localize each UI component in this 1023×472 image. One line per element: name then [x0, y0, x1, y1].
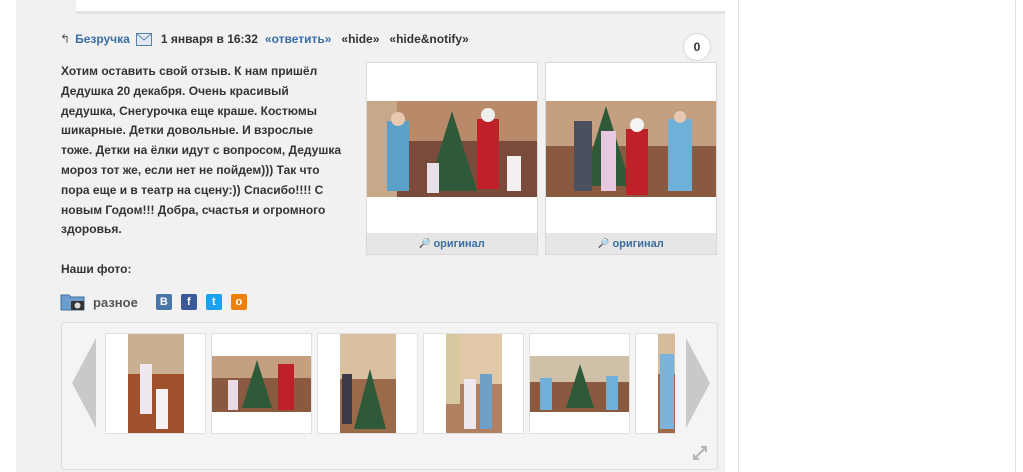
album-name[interactable]: разное	[93, 295, 138, 310]
odnoklassniki-icon[interactable]: o	[230, 294, 247, 310]
comment-header: ↰ Безручка 1 января в 16:32 «ответить» «…	[60, 31, 479, 47]
comment-text-line: мороз тот же, если нет не пойдем))) Так …	[61, 162, 320, 177]
comment-text-line: Хотим оставить свой отзыв. К нам пришёл	[61, 64, 318, 78]
comment-text-line: здоровья.	[61, 222, 122, 237]
gallery-thumbnail[interactable]	[211, 333, 312, 434]
hide-link[interactable]: «hide»	[341, 32, 379, 46]
gallery-thumbnails	[105, 333, 675, 435]
expand-icon[interactable]	[692, 445, 708, 461]
original-link[interactable]: 🔎 оригинал	[367, 233, 537, 254]
original-label: оригинал	[612, 237, 664, 250]
gallery-thumbnail[interactable]	[635, 333, 675, 434]
original-link[interactable]: 🔎 оригинал	[546, 233, 716, 254]
thumbnail-image	[128, 334, 184, 433]
attached-photo-card[interactable]: 🔎 оригинал	[366, 62, 538, 255]
thumbnail-image	[446, 334, 502, 433]
comment-text-line: тоже. Детки на ёлки идут с вопросом, Дед…	[61, 143, 342, 158]
facebook-icon[interactable]: f	[180, 294, 197, 310]
comment-text-line: новым Годом!!! Добра, счастья и огромног…	[61, 202, 326, 217]
hide-notify-link[interactable]: «hide&notify»	[389, 32, 468, 46]
attached-photo[interactable]	[546, 101, 716, 197]
thumbnail-image	[530, 356, 629, 412]
photo-gallery	[61, 322, 718, 470]
thumbnail-image	[212, 356, 311, 412]
author-link[interactable]: Безручка	[75, 32, 130, 46]
column-divider	[738, 0, 739, 472]
comment-text-line: Дедушка 20 декабря. Очень красивый	[61, 83, 289, 98]
original-label: оригинал	[433, 237, 485, 250]
comment-text-line: шикарные. Детки довольные. И взрослые	[61, 123, 314, 138]
folder-camera-icon	[60, 294, 85, 311]
top-divider	[76, 0, 725, 14]
thumbnail-image	[658, 334, 675, 433]
our-photos-heading: Наши фото:	[61, 262, 132, 276]
attached-photo[interactable]	[367, 101, 537, 197]
gallery-next-arrow-icon[interactable]	[686, 338, 710, 428]
magnifier-icon: 🔎	[598, 238, 610, 248]
gallery-thumbnail[interactable]	[529, 333, 630, 434]
vk-icon[interactable]: B	[155, 294, 172, 310]
attached-photo-card[interactable]: 🔎 оригинал	[545, 62, 717, 255]
comment-text-line: дедушка, Снегурочка еще краше. Костюмы	[61, 103, 317, 118]
reply-link[interactable]: «ответить»	[265, 32, 332, 46]
comment-text: Хотим оставить свой отзыв. К нам пришёл …	[61, 62, 364, 240]
gallery-thumbnail[interactable]	[317, 333, 418, 434]
reply-arrow-icon: ↰	[60, 32, 71, 46]
vote-count-badge[interactable]: 0	[683, 33, 711, 61]
mail-icon[interactable]	[135, 32, 152, 46]
gallery-thumbnail[interactable]	[105, 333, 206, 434]
gallery-prev-arrow-icon[interactable]	[72, 338, 96, 428]
gallery-thumbnail[interactable]	[423, 333, 524, 434]
comment-text-line: пора еще и в театр на сцену:)) Спасибо!!…	[61, 182, 324, 197]
twitter-icon[interactable]: t	[205, 294, 222, 310]
thumbnail-image	[340, 334, 396, 433]
magnifier-icon: 🔎	[419, 238, 431, 248]
comment-date: 1 января в 16:32	[160, 32, 258, 46]
right-edge-divider	[1015, 0, 1016, 472]
album-row: разное B f t o	[60, 291, 256, 313]
